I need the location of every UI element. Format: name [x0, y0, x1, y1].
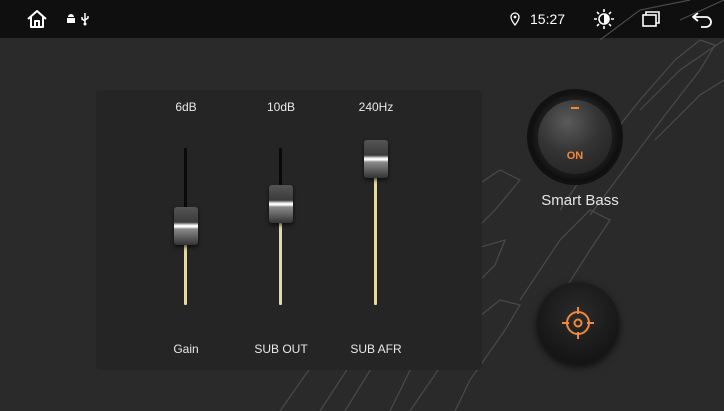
status-bar: 15:27	[0, 0, 724, 38]
sub-out-slider-knob[interactable]	[269, 185, 293, 223]
location-icon	[508, 0, 522, 38]
brightness-icon[interactable]	[591, 0, 617, 38]
smart-bass-state: ON	[566, 150, 584, 162]
equalizer-panel: 6dB Gain 10dB SUB OUT 240Hz SUB AFR	[96, 90, 482, 370]
knob-indicator	[571, 107, 579, 109]
usb-icon	[79, 0, 91, 38]
smart-bass-label: Smart Bass	[541, 192, 619, 209]
android-icon	[64, 0, 78, 38]
sub-out-value: 10dB	[266, 100, 296, 114]
smart-bass-knob: ON	[538, 100, 612, 174]
back-icon[interactable]	[688, 0, 716, 38]
sub-out-label: SUB OUT	[254, 342, 308, 356]
position-button[interactable]	[537, 282, 619, 364]
sub-afr-slider-knob[interactable]	[364, 140, 388, 178]
smart-bass-button[interactable]: ON	[530, 92, 620, 182]
target-icon	[562, 307, 594, 339]
gain-slider-knob[interactable]	[174, 207, 198, 245]
gain-label: Gain	[173, 342, 199, 356]
gain-value: 6dB	[175, 100, 197, 114]
sub-afr-value: 240Hz	[358, 100, 394, 114]
home-icon[interactable]	[22, 0, 52, 38]
sub-afr-label: SUB AFR	[350, 342, 402, 356]
recent-apps-icon[interactable]	[639, 0, 663, 38]
clock: 15:27	[530, 11, 566, 27]
